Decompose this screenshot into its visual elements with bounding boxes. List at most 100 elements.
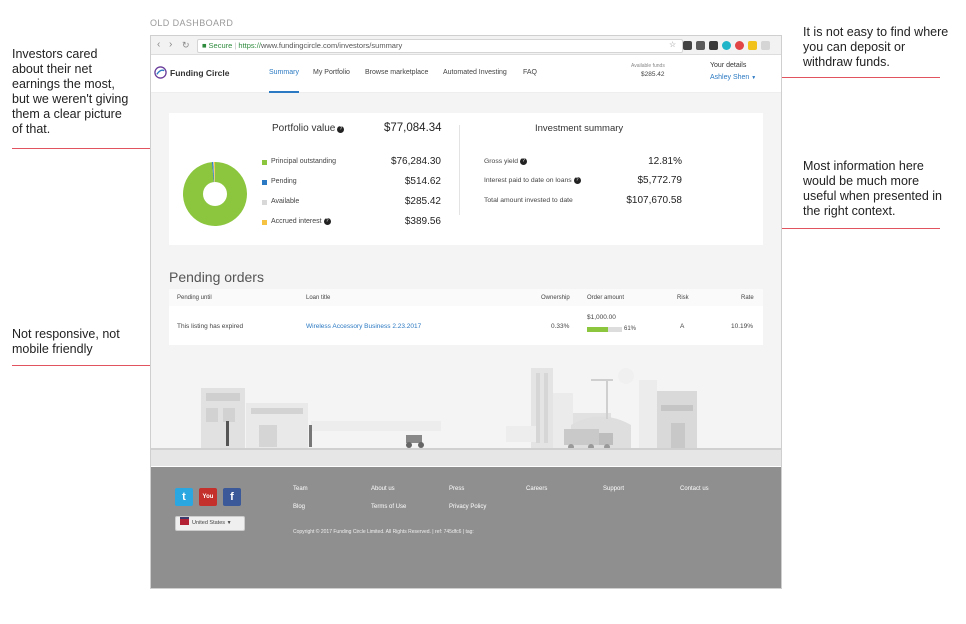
chevron-down-icon: ▼ xyxy=(751,75,757,81)
pending-orders-title: Pending orders xyxy=(169,269,264,285)
user-menu[interactable]: Ashley Shen ▼ xyxy=(710,74,756,81)
funding-circle-logo-icon xyxy=(154,66,167,79)
extension-icon[interactable] xyxy=(761,41,770,50)
twitter-icon[interactable]: t xyxy=(175,488,193,506)
footer-link-blog[interactable]: Blog xyxy=(293,504,305,510)
footer-link-about-us[interactable]: About us xyxy=(371,486,395,492)
footer-link-support[interactable]: Support xyxy=(603,486,624,492)
back-icon[interactable]: ‹ xyxy=(157,39,160,51)
country-label: United States xyxy=(192,520,226,526)
footer-link-careers[interactable]: Careers xyxy=(526,486,547,492)
footer-link-privacy[interactable]: Privacy Policy xyxy=(449,504,486,510)
available-funds-label: Available funds xyxy=(631,63,665,69)
available-funds-value: $285.42 xyxy=(641,71,665,78)
summary-value: 12.81% xyxy=(648,156,682,167)
site-footer: t You f United States ▼ Team About us Pr… xyxy=(151,467,781,588)
column-header: Loan title xyxy=(306,295,331,301)
nav-browse-marketplace[interactable]: Browse marketplace xyxy=(365,69,428,76)
copyright-text: Copyright © 2017 Funding Circle Limited.… xyxy=(293,529,474,535)
order-progress-label: 61% xyxy=(624,326,637,332)
risk-cell: A xyxy=(680,323,685,330)
help-icon[interactable]: ? xyxy=(323,218,331,225)
ownership-cell: 0.33% xyxy=(551,323,570,330)
extension-icon[interactable] xyxy=(683,41,692,50)
extension-icon[interactable] xyxy=(748,41,757,50)
forward-icon[interactable]: › xyxy=(169,39,172,51)
column-header: Pending until xyxy=(177,295,212,301)
legend-value: $389.56 xyxy=(404,216,441,227)
reload-icon[interactable]: ↻ xyxy=(182,39,190,51)
logo-text[interactable]: Funding Circle xyxy=(170,68,230,78)
nav-automated-investing[interactable]: Automated Investing xyxy=(443,69,507,76)
rate-cell: 10.19% xyxy=(731,323,754,330)
portfolio-title: Portfolio value? xyxy=(272,123,345,134)
nav-summary[interactable]: Summary xyxy=(269,69,299,93)
table-header: Pending until Loan title Ownership Order… xyxy=(169,289,763,306)
legend-swatch xyxy=(262,220,267,225)
summary-value: $5,772.79 xyxy=(637,175,683,186)
help-icon[interactable]: ? xyxy=(337,126,345,133)
annotation-context: Most information here would be much more… xyxy=(803,159,942,218)
portfolio-card: Portfolio value? $77,084.34 Principal ou… xyxy=(169,113,763,245)
footer-link-terms[interactable]: Terms of Use xyxy=(371,504,406,510)
legend-swatch xyxy=(262,180,267,185)
portfolio-total: $77,084.34 xyxy=(384,122,442,134)
facebook-icon[interactable]: f xyxy=(223,488,241,506)
your-details-label: Your details xyxy=(710,62,747,69)
nav-faq[interactable]: FAQ xyxy=(523,69,537,76)
lock-icon: ■ xyxy=(202,41,207,50)
help-icon[interactable]: ? xyxy=(573,177,581,184)
url-text: www.fundingcircle.com/investors/summary xyxy=(260,41,403,50)
portfolio-donut-chart xyxy=(183,162,247,226)
nav-my-portfolio[interactable]: My Portfolio xyxy=(313,69,350,76)
order-progress-bar xyxy=(587,327,622,332)
secure-label: Secure xyxy=(208,41,233,50)
extension-icon[interactable] xyxy=(709,41,718,50)
chevron-down-icon: ▼ xyxy=(226,520,232,526)
legend-swatch xyxy=(262,160,267,165)
footer-link-press[interactable]: Press xyxy=(449,486,464,492)
legend-value: $76,284.30 xyxy=(390,156,441,167)
browser-chrome: ‹ › ↻ ■ Secure | https://www.fundingcircl… xyxy=(151,36,781,55)
table-row[interactable]: This listing has expired Wireless Access… xyxy=(169,306,763,345)
country-selector[interactable]: United States ▼ xyxy=(175,516,245,531)
legend-value: $514.62 xyxy=(404,176,441,187)
user-name: Ashley Shen xyxy=(710,74,750,81)
pinterest-icon[interactable] xyxy=(735,41,744,50)
browser-window: ‹ › ↻ ■ Secure | https://www.fundingcircl… xyxy=(150,35,782,589)
footer-link-contact-us[interactable]: Contact us xyxy=(680,486,709,492)
extension-icon[interactable] xyxy=(722,41,731,50)
legend-swatch xyxy=(262,200,267,205)
column-header: Order amount xyxy=(587,295,625,301)
pending-until-cell: This listing has expired xyxy=(177,323,244,330)
legend-value: $285.42 xyxy=(404,196,441,207)
investment-summary-title: Investment summary xyxy=(535,123,624,134)
address-bar[interactable]: ■ Secure | https://www.fundingcircle.com/… xyxy=(197,39,683,53)
us-flag-icon xyxy=(180,517,189,525)
pending-orders-table: Pending until Loan title Ownership Order… xyxy=(169,289,763,345)
extension-icon[interactable] xyxy=(696,41,705,50)
footer-link-team[interactable]: Team xyxy=(293,486,308,492)
youtube-icon[interactable]: You xyxy=(199,488,217,506)
loan-title-link[interactable]: Wireless Accessory Business 2.23.2017 xyxy=(306,323,421,330)
order-amount-cell: $1,000.00 xyxy=(587,314,616,321)
card-divider xyxy=(459,125,460,215)
summary-value: $107,670.58 xyxy=(626,195,682,206)
annotation-mobile: Not responsive, not mobile friendly xyxy=(12,327,120,356)
annotation-earnings: Investors cared about their net earnings… xyxy=(12,47,129,136)
annotation-line xyxy=(765,228,940,229)
bookmark-star-icon[interactable]: ☆ xyxy=(669,40,676,49)
annotation-deposit: It is not easy to find where you can dep… xyxy=(803,25,949,69)
summary-label: Gross yield? xyxy=(484,158,527,165)
column-header: Risk xyxy=(677,295,689,301)
help-icon[interactable]: ? xyxy=(520,158,527,165)
legend-label: Pending xyxy=(271,178,297,185)
annotation-line xyxy=(765,77,940,78)
dashboard-content: Portfolio value? $77,084.34 Principal ou… xyxy=(151,93,781,466)
summary-label: Total amount invested to date xyxy=(484,197,573,204)
column-header: Rate xyxy=(741,295,754,301)
url-scheme: https:// xyxy=(238,41,261,50)
column-header: Ownership xyxy=(541,295,570,301)
order-progress-fill xyxy=(587,327,609,332)
summary-label: Interest paid to date on loans? xyxy=(484,177,581,184)
